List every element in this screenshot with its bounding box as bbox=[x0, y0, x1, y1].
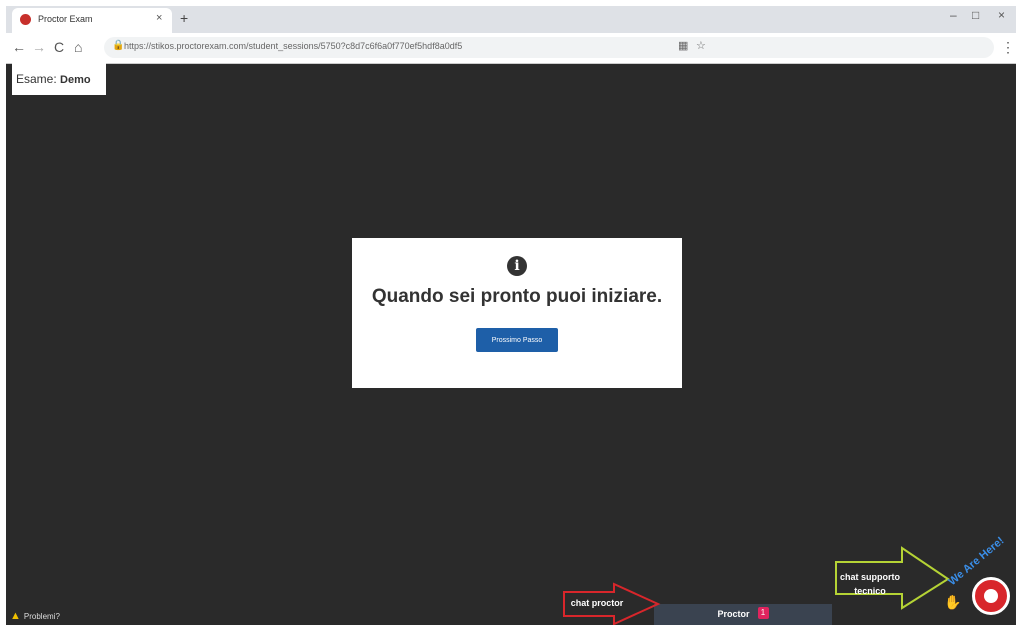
tab-title: Proctor Exam bbox=[38, 14, 93, 24]
close-window-button[interactable]: × bbox=[998, 8, 1005, 22]
waving-hand-icon: ✋ bbox=[944, 594, 962, 610]
chat-bubble-icon bbox=[984, 589, 998, 603]
tab-close-icon[interactable]: × bbox=[156, 12, 162, 24]
browser-window: Proctor Exam × + – □ × ← → C ⌂ 🔒 https:/… bbox=[6, 6, 1016, 625]
address-bar[interactable]: 🔒 https://stikos.proctorexam.com/student… bbox=[104, 37, 994, 58]
favicon-icon bbox=[20, 14, 31, 25]
exam-prefix: Esame: bbox=[16, 72, 57, 86]
maximize-button[interactable]: □ bbox=[972, 8, 979, 22]
problems-button[interactable]: ▲ Problemi? bbox=[10, 610, 80, 625]
browser-menu-button[interactable]: ⋮ bbox=[1001, 39, 1015, 56]
problems-label: Problemi? bbox=[23, 612, 60, 621]
exam-label: Esame: Demo bbox=[12, 63, 106, 95]
translate-icon[interactable]: ▦ bbox=[678, 39, 688, 52]
support-chat-label-line2: tecnico bbox=[854, 586, 886, 596]
exam-name: Demo bbox=[60, 74, 91, 86]
next-step-button[interactable]: Prossimo Passo bbox=[476, 328, 558, 352]
minimize-button[interactable]: – bbox=[950, 8, 957, 22]
lock-icon: 🔒 bbox=[112, 40, 125, 51]
reload-button[interactable]: C bbox=[54, 39, 64, 55]
info-icon: ⅰ bbox=[507, 256, 527, 276]
dialog-message: Quando sei pronto puoi iniziare. bbox=[371, 286, 663, 307]
home-button[interactable]: ⌂ bbox=[74, 39, 82, 55]
tab-strip: Proctor Exam × + – □ × bbox=[6, 6, 1016, 33]
new-tab-button[interactable]: + bbox=[180, 10, 188, 26]
proctor-label: Proctor bbox=[717, 609, 750, 619]
support-chat-label-line1: chat supporto bbox=[840, 572, 900, 582]
browser-toolbar: ← → C ⌂ 🔒 https://stikos.proctorexam.com… bbox=[6, 33, 1016, 64]
bookmark-star-icon[interactable]: ☆ bbox=[696, 39, 706, 52]
proctor-chat-bar[interactable]: Proctor 1 bbox=[654, 604, 832, 625]
start-dialog: ⅰ Quando sei pronto puoi iniziare. Pross… bbox=[352, 238, 682, 388]
warning-icon: ▲ bbox=[10, 610, 21, 622]
url-text: https://stikos.proctorexam.com/student_s… bbox=[124, 41, 463, 51]
back-button[interactable]: ← bbox=[12, 39, 26, 55]
proctor-unread-badge: 1 bbox=[757, 606, 769, 619]
support-chat-button[interactable] bbox=[972, 577, 1010, 615]
browser-tab[interactable]: Proctor Exam × bbox=[12, 8, 172, 33]
chat-proctor-label: chat proctor bbox=[570, 598, 624, 608]
forward-button[interactable]: → bbox=[32, 39, 46, 55]
